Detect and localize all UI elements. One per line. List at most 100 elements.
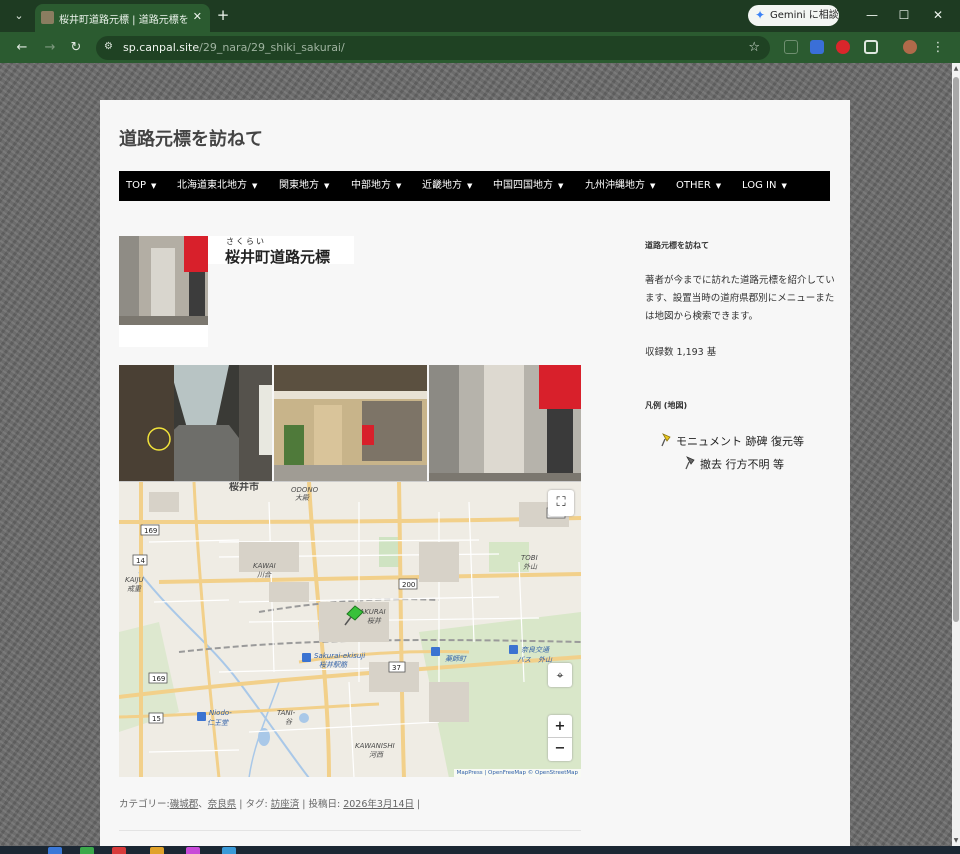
sidebar-title: 道路元標を訪ねて <box>645 241 709 250</box>
reload-icon[interactable]: ↻ <box>66 38 86 58</box>
svg-text:谷: 谷 <box>285 718 293 726</box>
active-tab[interactable]: 桜井町道路元標 | 道路元標を訪ねて ✕ <box>35 4 210 32</box>
gray-pin-icon <box>684 456 696 470</box>
taskbar-app-icon[interactable] <box>48 847 62 854</box>
minimize-icon[interactable]: — <box>862 6 882 24</box>
map-attribution[interactable]: MapPress | OpenFreeMap © OpenStreetMap <box>453 769 581 777</box>
tab-title: 桜井町道路元標 | 道路元標を訪ねて <box>59 15 189 26</box>
maximize-icon[interactable]: ☐ <box>894 6 914 24</box>
forward-icon[interactable]: → <box>40 38 60 58</box>
svg-text:大殿: 大殿 <box>295 494 310 502</box>
monument-photo <box>429 365 581 481</box>
os-taskbar <box>0 846 960 854</box>
svg-text:14: 14 <box>136 557 145 565</box>
svg-text:戒重: 戒重 <box>127 585 142 593</box>
main-menu: TOP ▼ 北海道東北地方 ▼ 関東地方 ▼ 中部地方 ▼ 近畿地方 ▼ 中国四国地方 ▼ … <box>119 171 830 201</box>
locate-icon[interactable]: ⌖ <box>548 663 572 687</box>
post-thumbnail[interactable] <box>119 236 208 325</box>
fullscreen-icon[interactable]: ⛶ <box>548 490 574 516</box>
svg-text:37: 37 <box>392 664 401 672</box>
extensions-puzzle-icon[interactable] <box>864 40 878 54</box>
svg-text:169: 169 <box>152 675 165 683</box>
scroll-thumb[interactable] <box>953 77 959 622</box>
menu-item-kanto[interactable]: 関東地方 ▼ <box>279 171 329 201</box>
svg-text:河西: 河西 <box>369 751 384 759</box>
photo-arcade[interactable] <box>119 365 272 481</box>
map-widget[interactable]: 169 14 200 37 169 15 165 桜井市 <box>119 481 581 777</box>
menu-item-login[interactable]: LOG IN ▼ <box>742 171 787 201</box>
thumbnail-caption-area <box>119 325 208 347</box>
svg-text:15: 15 <box>152 715 161 723</box>
menu-item-chugoku-shikoku[interactable]: 中国四国地方 ▼ <box>493 171 563 201</box>
site-title[interactable]: 道路元標を訪ねて <box>119 125 263 151</box>
photo-monument[interactable] <box>429 365 581 481</box>
tab-search-button[interactable]: ⌄ <box>8 6 30 26</box>
extension-red-icon[interactable] <box>836 40 850 54</box>
svg-text:Niodo-: Niodo- <box>209 709 232 717</box>
translate-extension-icon[interactable] <box>810 40 824 54</box>
svg-text:169: 169 <box>144 527 157 535</box>
map-canvas[interactable]: 169 14 200 37 169 15 165 桜井市 <box>119 482 581 777</box>
page-scrollbar[interactable]: ▲ ▼ <box>952 63 960 846</box>
svg-text:KAWANISHI: KAWANISHI <box>355 742 395 750</box>
sidebar-description: 著者が今までに訪れた道路元標を紹介しています、設置当時の道府県郡別にメニューまた… <box>645 275 835 322</box>
thumbnail-photo <box>119 236 208 325</box>
post-meta: カテゴリー:磯城郡、奈良県 | タグ: 訪座済 | 投稿日: 2026年3月14… <box>119 799 421 810</box>
svg-text:KAIJU: KAIJU <box>125 576 144 584</box>
svg-text:KAWAI: KAWAI <box>253 562 276 570</box>
back-icon[interactable]: ← <box>12 38 32 58</box>
gemini-button[interactable]: ✦ Gemini に相談 <box>748 5 839 26</box>
menu-item-chubu[interactable]: 中部地方 ▼ <box>351 171 401 201</box>
taskbar-app-icon[interactable] <box>222 847 236 854</box>
address-bar[interactable]: ⚙ sp.canpal.site/29_nara/29_shiki_sakura… <box>96 36 770 60</box>
photo-storefront[interactable] <box>274 365 427 481</box>
close-icon[interactable]: ✕ <box>193 10 202 23</box>
category-link[interactable]: 磯城郡 <box>170 799 199 810</box>
svg-text:TOBI: TOBI <box>521 554 538 562</box>
svg-text:桜井市: 桜井市 <box>229 482 259 493</box>
page-container: 道路元標を訪ねて TOP ▼ 北海道東北地方 ▼ 関東地方 ▼ 中部地方 ▼ 近畿地方 ▼… <box>100 100 850 846</box>
zoom-out-button[interactable]: − <box>548 738 572 760</box>
zoom-in-button[interactable]: + <box>548 715 572 738</box>
menu-item-kinki[interactable]: 近畿地方 ▼ <box>422 171 472 201</box>
storefront-photo <box>274 365 427 481</box>
scroll-down-icon[interactable]: ▼ <box>952 837 960 844</box>
menu-kebab-icon[interactable]: ⋮ <box>928 38 948 58</box>
post-date-link[interactable]: 2026年3月14日 <box>343 799 414 810</box>
url-text[interactable]: sp.canpal.site/29_nara/29_shiki_sakurai/ <box>123 41 345 54</box>
new-tab-button[interactable]: + <box>214 6 232 24</box>
category-link[interactable]: 奈良県 <box>208 799 237 810</box>
menu-item-other[interactable]: OTHER ▼ <box>676 171 721 201</box>
taskbar-app-icon[interactable] <box>150 847 164 854</box>
taskbar-app-icon[interactable] <box>186 847 200 854</box>
svg-text:薬師町: 薬師町 <box>445 655 468 663</box>
yellow-pin-icon <box>660 433 672 447</box>
svg-text:川合: 川合 <box>257 571 272 579</box>
svg-text:外山: 外山 <box>523 563 538 571</box>
svg-text:200: 200 <box>402 581 415 589</box>
arcade-photo <box>119 365 272 481</box>
profile-avatar[interactable] <box>903 40 917 54</box>
taskbar-app-icon[interactable] <box>80 847 94 854</box>
favicon-icon <box>41 11 54 24</box>
site-info-icon[interactable]: ⚙ <box>104 41 113 52</box>
svg-text:Sakurai-ekisuji: Sakurai-ekisuji <box>314 652 365 660</box>
cast-icon[interactable] <box>784 40 798 54</box>
svg-text:桜井駅筋: 桜井駅筋 <box>319 661 348 669</box>
menu-item-hokkaido-tohoku[interactable]: 北海道東北地方 ▼ <box>177 171 257 201</box>
zoom-control: + − <box>548 715 572 761</box>
scroll-up-icon[interactable]: ▲ <box>952 65 960 72</box>
svg-text:バス 外山: バス 外山 <box>517 656 553 664</box>
menu-item-top[interactable]: TOP ▼ <box>126 171 156 201</box>
window-close-icon[interactable]: ✕ <box>928 6 948 24</box>
bookmark-star-icon[interactable]: ☆ <box>748 40 760 55</box>
gemini-label: Gemini に相談 <box>770 10 839 21</box>
menu-item-kyushu-okinawa[interactable]: 九州沖縄地方 ▼ <box>585 171 655 201</box>
browser-toolbar: ← → ↻ ⚙ sp.canpal.site/29_nara/29_shiki_… <box>0 32 960 63</box>
tag-link[interactable]: 訪座済 <box>271 799 300 810</box>
tab-strip: ⌄ 桜井町道路元標 | 道路元標を訪ねて ✕ + ✦ Gemini に相談 — … <box>0 0 960 32</box>
svg-text:桜井: 桜井 <box>367 617 382 625</box>
taskbar-app-icon[interactable] <box>112 847 126 854</box>
page-viewport: 道路元標を訪ねて TOP ▼ 北海道東北地方 ▼ 関東地方 ▼ 中部地方 ▼ 近畿地方 ▼… <box>0 63 952 846</box>
sidebar-count: 収録数 1,193 基 <box>645 347 717 358</box>
